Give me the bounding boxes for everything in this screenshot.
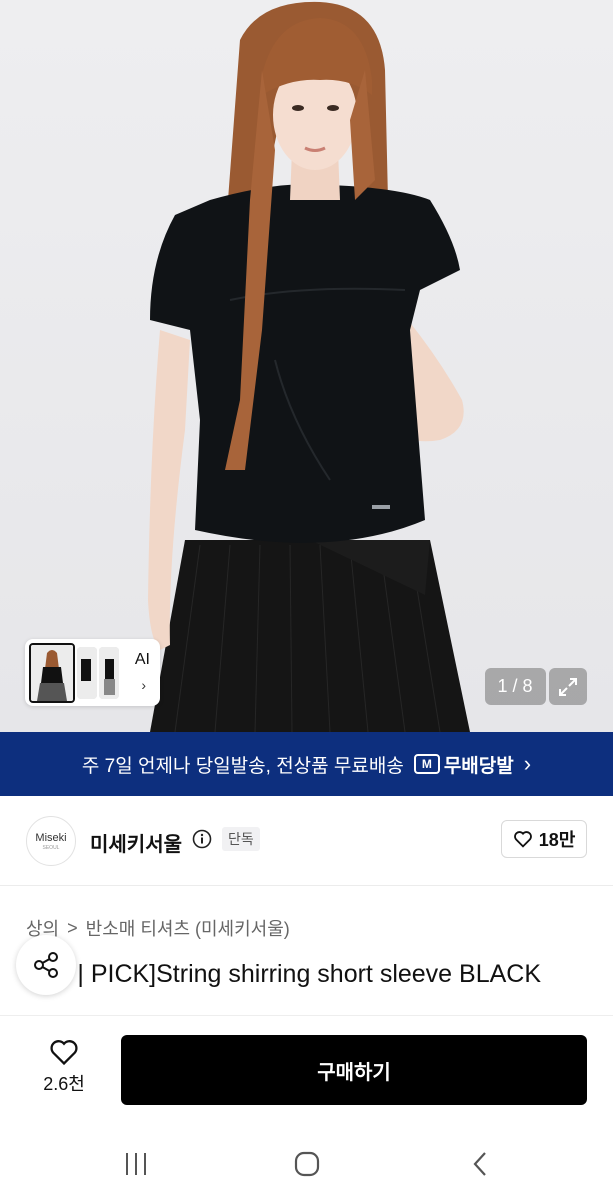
thumbnail-3[interactable] [99, 646, 119, 699]
wishlist-button[interactable]: 2.6천 [32, 1038, 96, 1096]
system-navigation-bar [0, 1128, 613, 1200]
brand-logo[interactable]: Miseki SEOUL [26, 816, 76, 866]
expand-icon [559, 677, 577, 696]
breadcrumb-separator: > [67, 917, 78, 938]
breadcrumb-subcategory[interactable]: 반소매 티셔츠 (미세키서울) [86, 915, 290, 941]
product-title: [MS | PICK]String shirring short sleeve … [26, 960, 542, 988]
thumbnail-1[interactable] [29, 642, 75, 703]
brand-like-count: 18만 [538, 830, 576, 850]
heart-icon [50, 1040, 78, 1066]
home-button[interactable] [287, 1148, 327, 1180]
exclusive-badge: 단독 [222, 827, 260, 851]
pager-total: 8 [522, 676, 534, 696]
buy-button[interactable]: 구매하기 [121, 1035, 587, 1105]
brand-logo-sub: SEOUL [42, 844, 60, 851]
thumbnail-2[interactable] [77, 646, 97, 699]
brand-row: Miseki SEOUL 미세키서울 단독 18만 [0, 796, 613, 886]
bottom-action-bar: 2.6천 구매하기 [0, 1015, 613, 1128]
banner-text: 주 7일 언제나 당일발송, 전상품 무료배송 [81, 755, 404, 777]
banner-logo: M 무배당발 [413, 751, 514, 778]
expand-button[interactable] [549, 668, 587, 705]
image-pager: 1 / 8 [485, 668, 546, 705]
recent-apps-icon [126, 1153, 146, 1175]
share-icon [34, 952, 58, 978]
pager-current: 1 [497, 676, 509, 696]
product-image-gallery[interactable]: AI › 1 / 8 [0, 0, 613, 732]
pager-separator: / [512, 676, 519, 696]
shipping-banner[interactable]: 주 7일 언제나 당일발송, 전상품 무료배송 M 무배당발 › [0, 732, 613, 796]
wishlist-count: 2.6천 [43, 1074, 85, 1094]
ai-label[interactable]: AI [135, 651, 150, 669]
back-button[interactable] [460, 1148, 500, 1180]
info-icon[interactable] [192, 829, 212, 849]
brand-name[interactable]: 미세키서울 [90, 828, 182, 857]
brand-logo-text: Miseki [35, 831, 67, 844]
recent-apps-button[interactable] [116, 1148, 156, 1180]
share-button[interactable] [16, 935, 76, 995]
product-photo [148, 1, 470, 732]
brand-like-button[interactable]: 18만 [501, 820, 587, 858]
heart-icon [513, 831, 532, 848]
breadcrumb: 상의 > 반소매 티셔츠 (미세키서울) [26, 915, 290, 941]
chevron-right-icon: › [523, 751, 532, 776]
back-icon [473, 1152, 486, 1176]
thumbnail-strip[interactable]: AI › [25, 639, 160, 706]
home-icon [294, 1151, 320, 1177]
truck-icon: M [413, 754, 440, 774]
chevron-right-icon[interactable]: › [141, 677, 146, 693]
banner-logo-text: 무배당발 [443, 755, 514, 777]
